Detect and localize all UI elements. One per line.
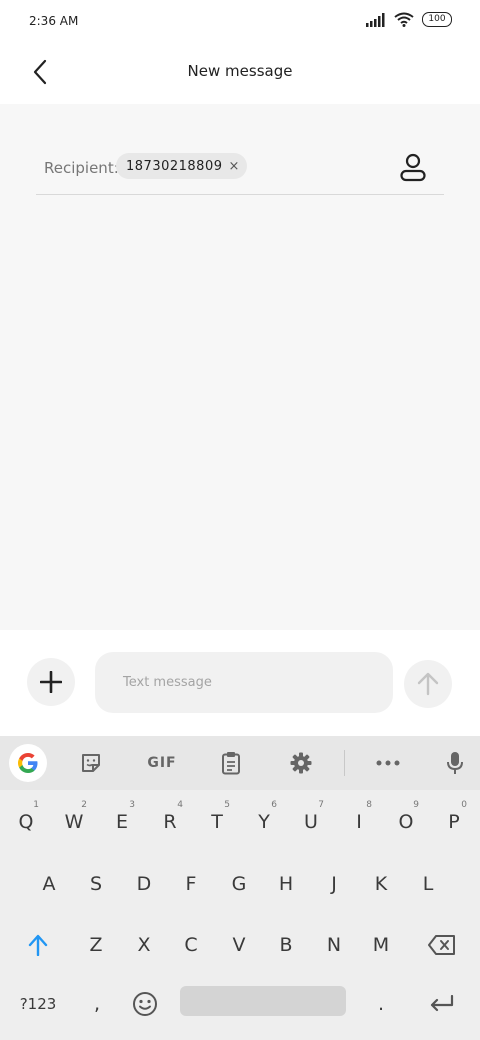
key-c[interactable]: C <box>168 919 214 971</box>
key-l[interactable]: L <box>405 858 451 910</box>
microphone-icon <box>447 752 463 774</box>
keyboard-row-4: ?123 , . <box>0 978 480 1036</box>
signal-icon <box>366 12 385 27</box>
key-m[interactable]: M <box>358 919 404 971</box>
sticker-icon <box>82 754 100 772</box>
keyboard: GIF Q 1 W 2 E 3 R 4 T 5 Y 6 U 7 I 8 O 9 … <box>0 736 480 1040</box>
add-attachment-button[interactable] <box>27 658 75 706</box>
keyboard-row-3: Z X C V B N M <box>0 919 480 977</box>
keyboard-row-1: Q1 W2 E3 R4 T5 Y6 U7 I8 O9 P0 <box>0 796 480 854</box>
more-horizontal-icon <box>376 760 400 766</box>
key-h[interactable]: H <box>263 858 309 910</box>
status-bar: 2:36 AM 100 <box>0 0 480 44</box>
space-key[interactable] <box>172 978 354 1030</box>
recipient-chip[interactable]: 18730218809 × <box>116 153 248 179</box>
key-n[interactable]: N <box>311 919 357 971</box>
emoji-icon <box>133 992 157 1016</box>
key-a[interactable]: A <box>26 858 72 910</box>
remove-recipient-icon[interactable]: × <box>228 159 239 174</box>
settings-button[interactable] <box>282 744 320 782</box>
page-title: New message <box>187 62 293 80</box>
key-i[interactable]: I8 <box>336 796 382 848</box>
compose-bar: Text message <box>0 630 480 736</box>
wifi-icon <box>394 12 414 27</box>
key-f[interactable]: F <box>168 858 214 910</box>
key-g[interactable]: G <box>216 858 262 910</box>
key-e[interactable]: E3 <box>99 796 145 848</box>
clipboard-icon <box>222 752 240 775</box>
sticker-button[interactable] <box>72 744 110 782</box>
contact-picker-button[interactable] <box>398 152 428 182</box>
key-k[interactable]: K <box>358 858 404 910</box>
key-q[interactable]: Q1 <box>3 796 49 848</box>
comma-key[interactable]: , <box>74 978 120 1030</box>
key-t[interactable]: T5 <box>194 796 240 848</box>
google-icon <box>18 753 38 773</box>
message-input[interactable]: Text message <box>95 652 393 713</box>
message-content-area: Recipient: 18730218809 × <box>0 104 480 630</box>
recipient-row: Recipient: 18730218809 × <box>36 144 444 195</box>
emoji-key[interactable] <box>122 978 168 1030</box>
person-icon <box>400 153 426 182</box>
key-r[interactable]: R4 <box>147 796 193 848</box>
key-s[interactable]: S <box>73 858 119 910</box>
shift-key[interactable] <box>8 919 68 971</box>
keyboard-row-2: A S D F G H J K L <box>0 858 480 916</box>
enter-key[interactable] <box>414 978 470 1030</box>
key-z[interactable]: Z <box>73 919 119 971</box>
voice-input-button[interactable] <box>436 744 474 782</box>
gif-button[interactable]: GIF <box>140 744 184 782</box>
key-v[interactable]: V <box>216 919 262 971</box>
more-options-button[interactable] <box>368 744 408 782</box>
key-d[interactable]: D <box>121 858 167 910</box>
backspace-key[interactable] <box>412 919 472 971</box>
google-button[interactable] <box>9 744 47 782</box>
battery-icon: 100 <box>422 12 452 27</box>
status-time: 2:36 AM <box>29 14 79 28</box>
space-key-bar <box>180 986 346 1016</box>
key-b[interactable]: B <box>263 919 309 971</box>
recipient-label: Recipient: <box>44 159 119 177</box>
backspace-icon <box>428 935 455 955</box>
toolbar-divider <box>344 750 345 776</box>
recipient-number: 18730218809 <box>126 158 223 174</box>
app-header: New message <box>0 44 480 104</box>
symbols-key[interactable]: ?123 <box>6 978 70 1030</box>
key-u[interactable]: U7 <box>288 796 334 848</box>
send-arrow-icon <box>417 672 439 696</box>
clipboard-button[interactable] <box>212 744 250 782</box>
key-y[interactable]: Y6 <box>241 796 287 848</box>
key-p[interactable]: P0 <box>431 796 477 848</box>
key-o[interactable]: O9 <box>383 796 429 848</box>
plus-icon <box>40 671 62 693</box>
send-button[interactable] <box>404 660 452 708</box>
gear-icon <box>290 752 312 774</box>
period-key[interactable]: . <box>358 978 404 1030</box>
message-placeholder: Text message <box>123 675 212 690</box>
shift-arrow-icon <box>28 934 48 956</box>
keyboard-toolbar: GIF <box>0 736 480 790</box>
key-x[interactable]: X <box>121 919 167 971</box>
status-icons: 100 <box>366 12 452 27</box>
key-w[interactable]: W2 <box>51 796 97 848</box>
key-j[interactable]: J <box>311 858 357 910</box>
enter-arrow-icon <box>430 995 454 1012</box>
gif-label: GIF <box>147 755 177 771</box>
